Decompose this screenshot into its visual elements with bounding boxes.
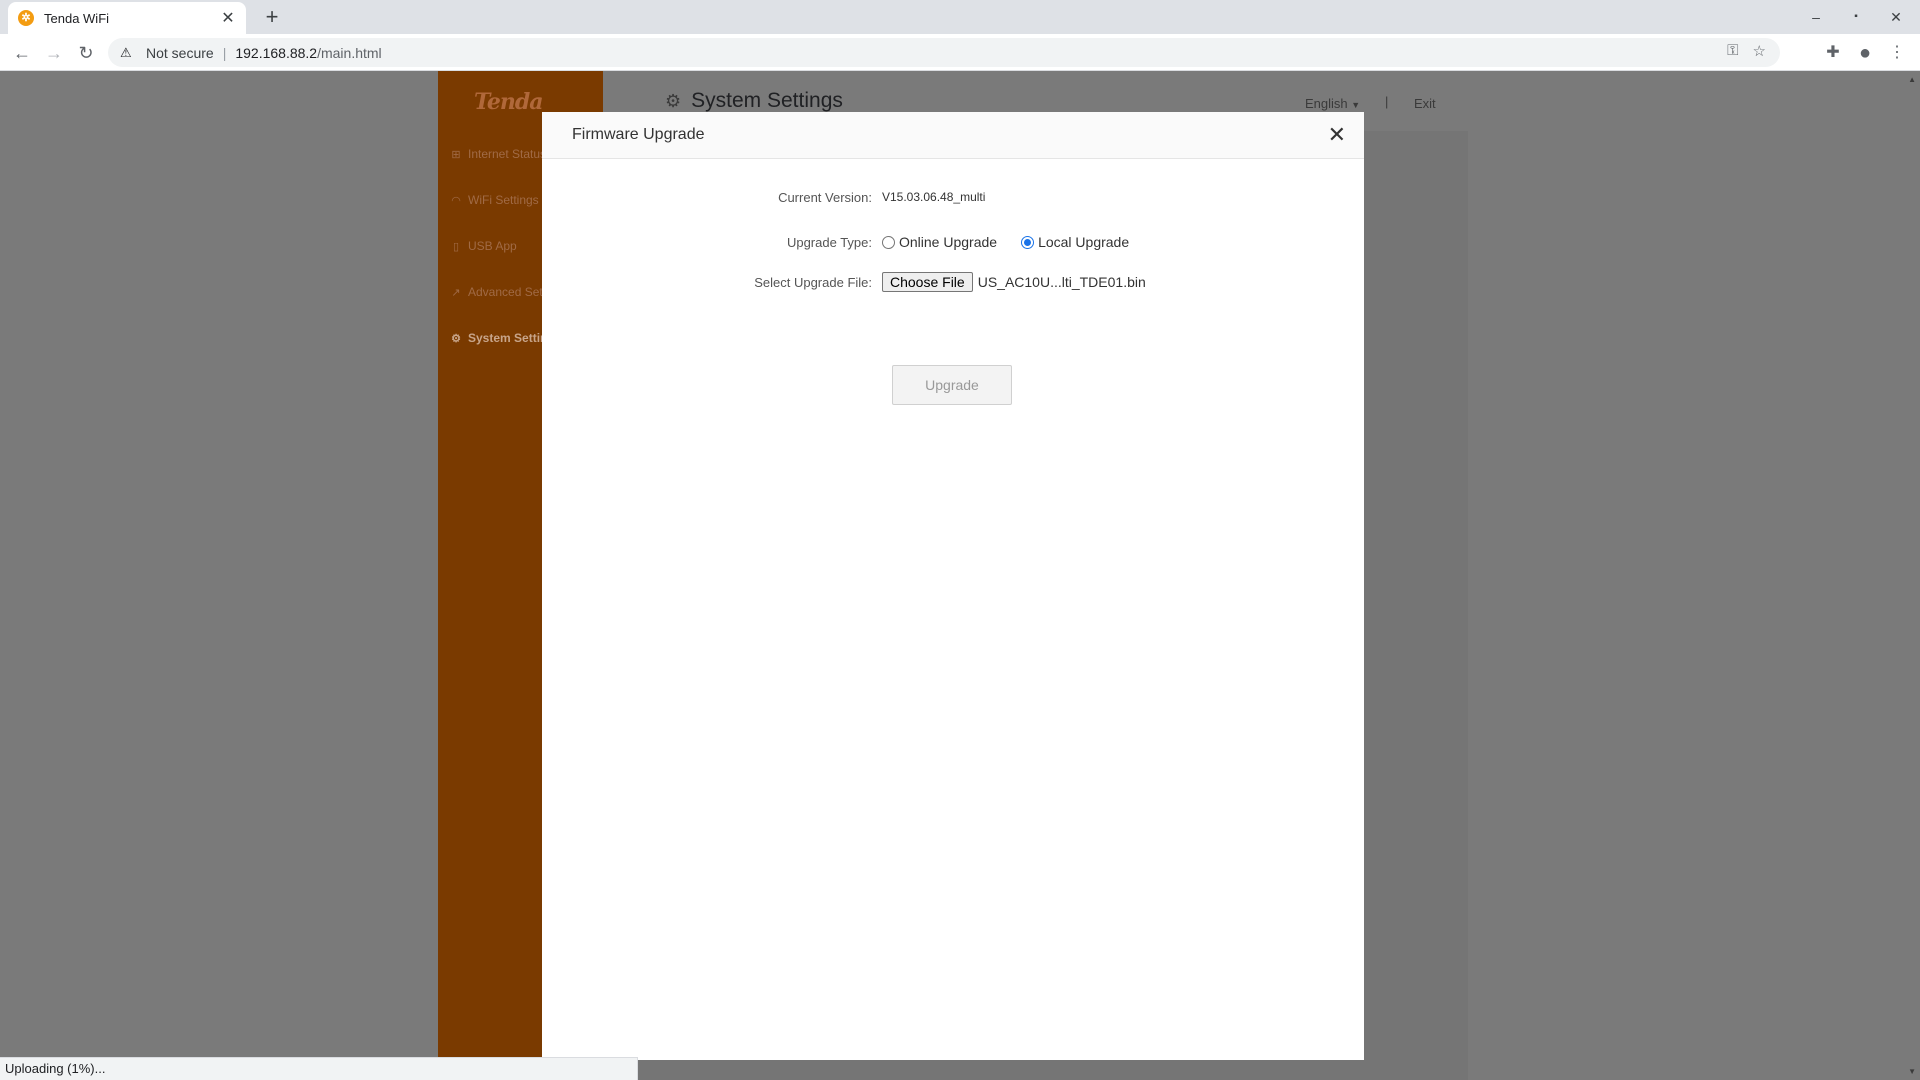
menu-kebab-icon[interactable]: ⋮ [1884, 40, 1910, 66]
star-icon[interactable]: ☆ [1753, 42, 1766, 60]
select-file-row: Select Upgrade File: Choose File US_AC10… [542, 270, 1364, 294]
browser-tab[interactable]: ✲ Tenda WiFi ✕ [8, 2, 246, 34]
settings-gear-icon: ⚙ [665, 90, 682, 111]
window-close-icon[interactable]: ✕ [1878, 5, 1914, 29]
chevron-down-icon: ▼ [1351, 100, 1361, 110]
upgrade-button[interactable]: Upgrade [892, 365, 1012, 405]
page-title-text: System Settings [691, 89, 843, 112]
wrench-icon: ↗ [451, 286, 461, 299]
local-upgrade-radio[interactable] [1021, 235, 1035, 249]
sidebar-item-wifi-settings[interactable]: ◠ WiFi Settings [450, 193, 539, 207]
omnibox-divider: | [222, 44, 227, 61]
upgrade-type-row: Upgrade Type: Online Upgrade Local Upgra… [542, 230, 1364, 254]
sidebar-item-label: WiFi Settings [468, 193, 539, 207]
maximize-icon[interactable]: ▪ [1838, 5, 1874, 29]
tab-title: Tenda WiFi [44, 10, 110, 26]
tab-strip: ✲ Tenda WiFi ✕ + – ▪ ✕ [0, 0, 1920, 34]
key-icon[interactable]: ⚿ [1727, 42, 1738, 60]
choose-file-button[interactable]: Choose File [882, 272, 973, 292]
gear-icon: ⚙ [451, 332, 461, 345]
new-tab-button[interactable]: + [258, 4, 286, 32]
warning-icon: ⚠ [120, 44, 132, 60]
upgrade-type-label: Upgrade Type: [786, 234, 872, 250]
tenda-logo: Tenda [474, 89, 543, 115]
scroll-up-arrow-icon[interactable]: ▲ [1908, 75, 1916, 84]
current-version-row: Current Version: V15.03.06.48_multi [542, 185, 1364, 209]
page-title: ⚙ System Settings [665, 89, 843, 113]
security-label: Not secure [146, 44, 214, 61]
extensions-icon[interactable]: ✚ [1820, 40, 1846, 66]
header-divider: | [1385, 94, 1389, 109]
dialog-header: Firmware Upgrade ✕ [542, 112, 1364, 159]
forward-arrow-icon[interactable]: → [40, 39, 68, 67]
sidebar-item-label: Internet Status [468, 147, 547, 161]
language-select[interactable]: English ▼ [1305, 96, 1360, 111]
select-file-label: Select Upgrade File: [754, 274, 872, 290]
network-icon: ⊞ [451, 148, 461, 161]
current-version-value: V15.03.06.48_multi [882, 190, 986, 204]
firmware-upgrade-dialog: Firmware Upgrade ✕ Current Version: V15.… [542, 112, 1364, 1060]
local-upgrade-label: Local Upgrade [1038, 234, 1130, 250]
wifi-icon: ◠ [451, 194, 461, 207]
url-host: 192.168.88.2 [235, 44, 318, 61]
online-upgrade-radio[interactable] [882, 235, 895, 249]
selected-file-name: US_AC10U...lti_TDE01.bin [977, 274, 1146, 290]
tab-close-icon[interactable]: ✕ [220, 8, 236, 28]
url-path: /main.html [317, 44, 382, 61]
page-scrollbar[interactable]: ▲ ▼ [1904, 71, 1920, 1080]
sidebar-item-usb-app[interactable]: ▯ USB App [450, 239, 517, 253]
close-icon[interactable]: ✕ [1328, 122, 1346, 148]
profile-icon[interactable]: ● [1852, 40, 1878, 66]
back-arrow-icon[interactable]: ← [8, 39, 36, 67]
address-bar[interactable]: ⚠ Not secure | 192.168.88.2/main.html ⚿ … [108, 38, 1780, 67]
tenda-favicon-icon: ✲ [18, 10, 34, 26]
scroll-down-arrow-icon[interactable]: ▼ [1908, 1067, 1916, 1076]
browser-status-bar: Uploading (1%)... [0, 1057, 638, 1080]
sidebar-item-internet-status[interactable]: ⊞ Internet Status [450, 147, 546, 161]
minimize-icon[interactable]: – [1798, 5, 1834, 29]
dialog-title: Firmware Upgrade [572, 126, 705, 143]
sidebar-item-label: USB App [468, 239, 517, 253]
local-upgrade-option[interactable]: Local Upgrade [1021, 234, 1129, 250]
exit-link[interactable]: Exit [1414, 96, 1436, 111]
usb-icon: ▯ [452, 240, 460, 253]
browser-toolbar: ← → ↻ ⚠ Not secure | 192.168.88.2/main.h… [0, 34, 1920, 71]
online-upgrade-label: Online Upgrade [899, 234, 998, 250]
language-label: English [1305, 96, 1348, 111]
online-upgrade-option[interactable]: Online Upgrade [882, 234, 997, 250]
omnibox-actions: ⚿ ☆ [1727, 42, 1766, 60]
current-version-label: Current Version: [778, 189, 872, 205]
reload-icon[interactable]: ↻ [72, 39, 100, 67]
